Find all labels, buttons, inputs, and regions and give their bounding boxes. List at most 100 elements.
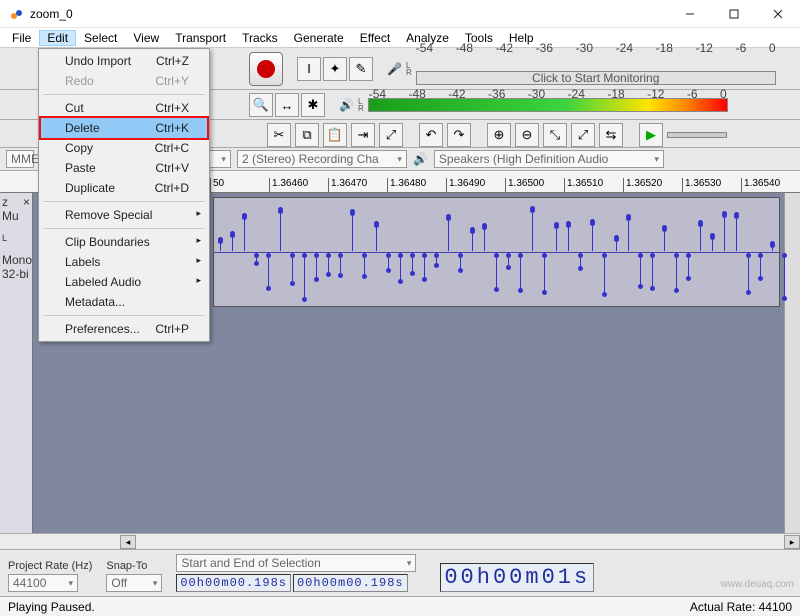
sample-stem	[556, 224, 557, 251]
menu-item-preferences-[interactable]: Preferences...Ctrl+P	[41, 319, 207, 339]
sample-stem	[352, 211, 353, 251]
track-close-icon[interactable]: ×	[23, 195, 30, 209]
sample-stem	[316, 253, 317, 280]
menu-item-paste[interactable]: PasteCtrl+V	[41, 158, 207, 178]
selection-tool-icon[interactable]: I	[297, 57, 321, 81]
cut-icon[interactable]: ✂	[267, 123, 291, 147]
record-button[interactable]	[249, 52, 283, 86]
project-rate-label: Project Rate (Hz)	[8, 560, 92, 572]
envelope-tool-icon[interactable]: ✦	[323, 57, 347, 81]
timeline-tick: 1.36460	[269, 178, 328, 192]
maximize-button[interactable]	[712, 0, 756, 28]
undo-icon[interactable]: ↶	[419, 123, 443, 147]
menu-file[interactable]: File	[4, 30, 39, 46]
watermark: www.deuaq.com	[721, 579, 794, 590]
track-name: z	[2, 195, 8, 209]
redo-icon[interactable]: ↷	[447, 123, 471, 147]
sample-stem	[592, 221, 593, 251]
sample-stem	[388, 253, 389, 271]
timeline-tick: 1.36540	[741, 178, 800, 192]
menu-item-undo-import[interactable]: Undo ImportCtrl+Z	[41, 51, 207, 71]
zoom-toggle-icon[interactable]: ⇆	[599, 123, 623, 147]
menu-select[interactable]: Select	[76, 30, 125, 46]
menu-generate[interactable]: Generate	[286, 30, 352, 46]
sample-stem	[292, 253, 293, 284]
sample-stem	[328, 253, 329, 275]
playback-meter[interactable]: -54-48-42-36-30-24-18-12-60	[368, 98, 728, 112]
menu-item-duplicate[interactable]: DuplicateCtrl+D	[41, 178, 207, 198]
menu-item-cut[interactable]: CutCtrl+X	[41, 98, 207, 118]
project-rate-combo[interactable]: 44100	[8, 574, 78, 592]
scroll-left-icon[interactable]: ◂	[120, 535, 136, 549]
sample-stem	[724, 213, 725, 251]
lr-label: LR	[406, 62, 412, 76]
sample-stem	[412, 253, 413, 274]
menu-item-labeled-audio[interactable]: Labeled Audio▸	[41, 272, 207, 292]
horizontal-scrollbar[interactable]: ◂ ▸	[0, 533, 800, 549]
audio-host-combo[interactable]: MME	[6, 150, 34, 168]
status-text: Playing Paused.	[8, 600, 95, 614]
track-info: 32-bi	[2, 267, 29, 281]
scroll-right-icon[interactable]: ▸	[784, 535, 800, 549]
sample-stem	[484, 225, 485, 251]
minimize-button[interactable]	[668, 0, 712, 28]
fit-selection-icon[interactable]: ⤡	[543, 123, 567, 147]
menu-item-delete[interactable]: DeleteCtrl+K	[41, 118, 207, 138]
selection-end-field[interactable]: 00h00m00.198s	[293, 574, 408, 592]
recording-meter[interactable]: Click to Start Monitoring	[416, 71, 776, 85]
snap-to-combo[interactable]: Off	[106, 574, 162, 592]
paste-icon[interactable]: 📋	[323, 123, 347, 147]
zoom-tool-icon[interactable]: 🔍	[249, 93, 273, 117]
menu-item-metadata-[interactable]: Metadata...	[41, 292, 207, 312]
sample-stem	[628, 216, 629, 251]
menu-edit[interactable]: Edit	[39, 30, 76, 46]
recording-channels-combo[interactable]: 2 (Stereo) Recording Cha	[237, 150, 407, 168]
selection-toolbar: Project Rate (Hz) 44100 Snap-To Off Star…	[0, 549, 800, 596]
menu-item-clip-boundaries[interactable]: Clip Boundaries▸	[41, 232, 207, 252]
menu-effect[interactable]: Effect	[352, 30, 398, 46]
app-icon	[8, 6, 24, 22]
selection-mode-combo[interactable]: Start and End of Selection	[176, 554, 416, 572]
sample-stem	[280, 209, 281, 251]
menu-transport[interactable]: Transport	[167, 30, 234, 46]
sample-stem	[436, 253, 437, 266]
mute-button[interactable]: Mu	[2, 209, 19, 223]
menu-item-labels[interactable]: Labels▸	[41, 252, 207, 272]
sample-stem	[616, 237, 617, 251]
timeshift-tool-icon[interactable]: ↔	[275, 93, 299, 117]
sample-stem	[424, 253, 425, 280]
sample-stem	[760, 253, 761, 279]
menu-item-copy[interactable]: CopyCtrl+C	[41, 138, 207, 158]
actual-rate: Actual Rate: 44100	[690, 600, 792, 614]
sample-stem	[472, 229, 473, 251]
vertical-scrollbar[interactable]	[784, 193, 800, 533]
multi-tool-icon[interactable]: ✱	[301, 93, 325, 117]
close-button[interactable]	[756, 0, 800, 28]
timeline-tick: 1.36490	[446, 178, 505, 192]
menu-item-remove-special[interactable]: Remove Special▸	[41, 205, 207, 225]
trim-icon[interactable]: ⇥	[351, 123, 375, 147]
sample-stem	[220, 239, 221, 251]
menu-tracks[interactable]: Tracks	[234, 30, 286, 46]
speed-slider[interactable]	[667, 132, 727, 138]
draw-tool-icon[interactable]: ✎	[349, 57, 373, 81]
fit-project-icon[interactable]: ⤢	[571, 123, 595, 147]
sample-stem	[340, 253, 341, 276]
audio-position-field[interactable]: 00h00m01s	[440, 563, 594, 592]
speaker-icon: 🔊	[413, 152, 428, 166]
playback-device-combo[interactable]: Speakers (High Definition Audio	[434, 150, 664, 168]
selection-start-field[interactable]: 00h00m00.198s	[176, 574, 291, 592]
sample-stem	[544, 253, 545, 293]
play-at-speed-icon[interactable]: ▶	[639, 123, 663, 147]
copy-icon[interactable]: ⧉	[295, 123, 319, 147]
timeline-tick: 1.36530	[682, 178, 741, 192]
silence-icon[interactable]: ⤢	[379, 123, 403, 147]
sample-stem	[448, 216, 449, 251]
menu-view[interactable]: View	[125, 30, 167, 46]
track-control-panel[interactable]: × z Mu L Mono 32-bi	[0, 193, 33, 533]
zoom-in-icon[interactable]: ⊕	[487, 123, 511, 147]
zoom-out-icon[interactable]: ⊖	[515, 123, 539, 147]
sample-stem	[604, 253, 605, 295]
menu-item-redo: RedoCtrl+Y	[41, 71, 207, 91]
sample-stem	[400, 253, 401, 282]
